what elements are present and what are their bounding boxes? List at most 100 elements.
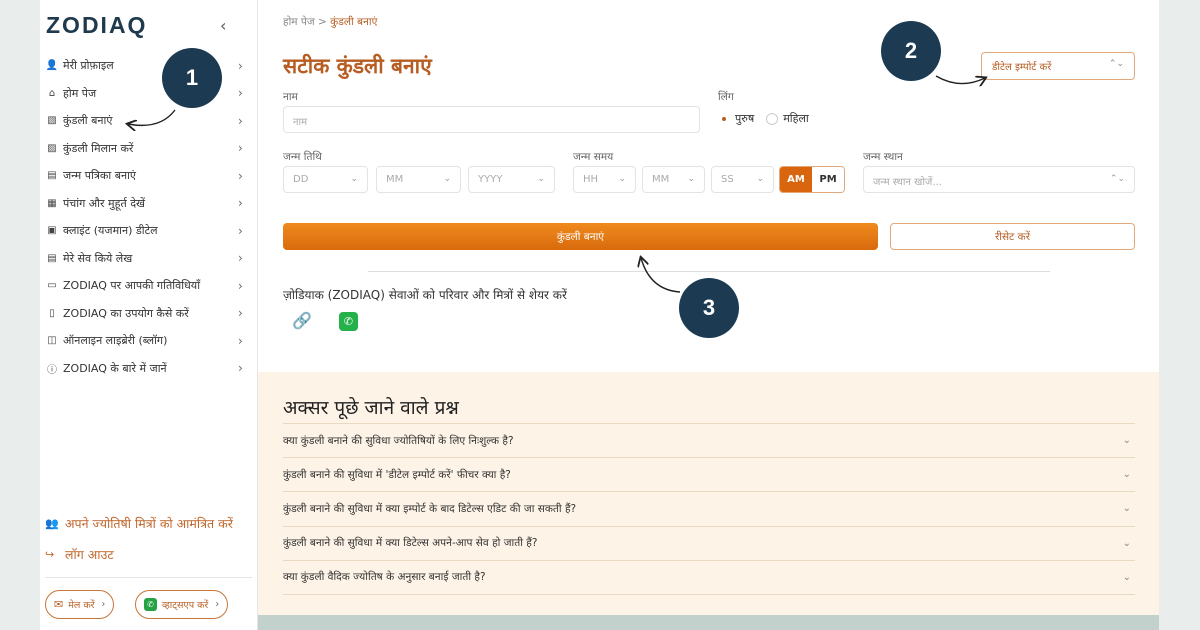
sidebar-item-label: मेरे सेव किये लेख: [63, 251, 133, 265]
tob-second-select[interactable]: SS ⌄: [711, 166, 774, 193]
chevron-down-icon: ⌄: [618, 174, 626, 184]
pob-label: जन्म स्थान: [863, 151, 903, 163]
sidebar-item-label: जन्म पत्रिका बनाएं: [63, 169, 137, 183]
dob-day-placeholder: DD: [293, 174, 309, 185]
dob-day-select[interactable]: DD ⌄: [283, 166, 368, 193]
saved-icon: ▤: [47, 252, 57, 264]
sidebar-item-label: ZODIAQ के बारे में जानें: [63, 361, 167, 375]
sidebar-item-label: कुंडली मिलान करें: [63, 141, 134, 155]
chevron-right-icon: ›: [238, 361, 243, 376]
match-icon: ▨: [47, 142, 57, 154]
sidebar-item-activities[interactable]: ▭ ZODIAQ पर आपकी गतिविधियाँ ›: [40, 272, 258, 300]
select-arrows-icon: ⌃⌄: [1109, 174, 1125, 184]
chevron-down-icon: ⌄: [1122, 469, 1131, 481]
faq-item[interactable]: क्या कुंडली बनाने की सुविधा ज्योतिषियों …: [283, 424, 1135, 459]
sidebar-divider: [45, 577, 252, 578]
create-kundli-button[interactable]: कुंडली बनाएं: [283, 223, 878, 250]
faq-question: क्या कुंडली बनाने की सुविधा ज्योतिषियों …: [283, 434, 514, 447]
faq-item[interactable]: कुंडली बनाने की सुविधा में क्या इम्पोर्ट…: [283, 492, 1135, 527]
sidebar-item-how-to-use[interactable]: ▯ ZODIAQ का उपयोग कैसे करें ›: [40, 300, 258, 328]
sidebar-item-create-kundli[interactable]: ▧ कुंडली बनाएं ›: [40, 107, 258, 135]
faq-section: अक्सर पूछे जाने वाले प्रश्न क्या कुंडली …: [258, 372, 1159, 615]
sidebar-item-birth-chart[interactable]: ▤ जन्म पत्रिका बनाएं ›: [40, 162, 258, 190]
sidebar-item-panchang[interactable]: ▦ पंचांग और मुहूर्त देखें ›: [40, 190, 258, 218]
sidebar-item-label: ऑनलाइन लाइब्रेरी (ब्लॉग): [63, 334, 168, 348]
gender-male-label[interactable]: पुरुष: [735, 111, 754, 126]
gender-female-label[interactable]: महिला: [783, 111, 809, 126]
collapse-sidebar-icon[interactable]: ‹: [220, 16, 226, 35]
name-label: नाम: [283, 91, 298, 103]
logout-icon: ↪: [45, 548, 55, 561]
mail-icon: ✉: [54, 598, 64, 611]
chevron-down-icon: ⌄: [1122, 571, 1131, 583]
chevron-right-icon: ›: [238, 196, 243, 211]
gender-label: लिंग: [718, 91, 734, 103]
whatsapp-label: व्हाट्सएप करें: [162, 600, 209, 611]
chevron-right-icon: ›: [238, 278, 243, 293]
tob-label: जन्म समय: [573, 151, 614, 163]
faq-item[interactable]: कुंडली बनाने की सुविधा में 'डीटेल इम्पोर…: [283, 458, 1135, 493]
chevron-right-icon: ›: [238, 113, 243, 128]
chevron-right-icon: ›: [101, 599, 106, 610]
document-icon: ▤: [47, 170, 57, 182]
book-icon: ▯: [49, 307, 55, 319]
home-icon: ⌂: [48, 87, 56, 99]
faq-item[interactable]: क्या कुंडली वैदिक ज्योतिष के अनुसार बनाई…: [283, 561, 1135, 595]
faq-item[interactable]: कुंडली बनाने की सुविधा में क्या डिटेल्स …: [283, 527, 1135, 561]
dob-month-placeholder: MM: [386, 174, 404, 185]
faq-title: अक्सर पूछे जाने वाले प्रश्न: [283, 397, 459, 419]
sidebar-item-about[interactable]: ⓘ ZODIAQ के बारे में जानें ›: [40, 355, 258, 383]
page-title: सटीक कुंडली बनाएं: [283, 54, 432, 78]
sidebar-item-client-details[interactable]: ▣ क्लाइंट (यजमान) डीटेल ›: [40, 217, 258, 245]
reset-button[interactable]: रीसेट करें: [890, 223, 1135, 250]
logout-link[interactable]: ↪ लॉग आउट: [45, 546, 114, 563]
pm-button[interactable]: PM: [812, 167, 844, 192]
sidebar-item-library[interactable]: ◫ ऑनलाइन लाइब्रेरी (ब्लॉग) ›: [40, 327, 258, 355]
sidebar-item-saved-articles[interactable]: ▤ मेरे सेव किये लेख ›: [40, 245, 258, 273]
users-icon: 👥: [45, 517, 59, 530]
annotation-badge-3: 3: [679, 278, 739, 338]
sidebar-item-kundli-matching[interactable]: ▨ कुंडली मिलान करें ›: [40, 135, 258, 163]
breadcrumb-home[interactable]: होम पेज: [283, 16, 315, 28]
mail-button[interactable]: ✉ मेल करें ›: [45, 590, 115, 619]
sidebar: ZODIAQ ‹ 👤 मेरी प्रोफ़ाइल › ⌂ होम पेज › ▧ कुं…: [40, 0, 258, 630]
name-input[interactable]: नाम: [283, 106, 700, 133]
logo[interactable]: ZODIAQ: [46, 12, 147, 39]
chevron-right-icon: ›: [238, 306, 243, 321]
tob-hour-select[interactable]: HH ⌄: [573, 166, 636, 193]
id-card-icon: ▣: [47, 225, 57, 237]
sidebar-item-label: कुंडली बनाएं: [63, 114, 113, 128]
chevron-down-icon: ⌄: [1122, 503, 1131, 515]
info-icon: ⓘ: [47, 364, 57, 376]
chevron-down-icon: ⌄: [756, 174, 764, 184]
select-arrows-icon: ⌃⌄: [1108, 59, 1124, 69]
pob-search-input[interactable]: जन्म स्थान खोजें... ⌃⌄: [863, 166, 1135, 193]
sidebar-item-home[interactable]: ⌂ होम पेज ›: [40, 80, 258, 108]
dob-year-select[interactable]: YYYY ⌄: [468, 166, 555, 193]
sidebar-item-label: पंचांग और मुहूर्त देखें: [63, 196, 146, 210]
am-pm-toggle: AM PM: [779, 166, 845, 193]
chevron-right-icon: ›: [238, 141, 243, 156]
faq-question: कुंडली बनाने की सुविधा में 'डीटेल इम्पोर…: [283, 468, 511, 481]
gender-female-radio[interactable]: [766, 112, 779, 125]
tob-minute-select[interactable]: MM ⌄: [642, 166, 705, 193]
sidebar-item-profile[interactable]: 👤 मेरी प्रोफ़ाइल ›: [40, 52, 258, 80]
chevron-down-icon: ⌄: [687, 174, 695, 184]
share-heading: ज़ोडियाक (ZODIAQ) सेवाओं को परिवार और मि…: [283, 288, 567, 302]
mail-label: मेल करें: [68, 600, 95, 611]
gender-male-radio[interactable]: [718, 113, 730, 125]
am-button[interactable]: AM: [780, 167, 812, 192]
laptop-icon: ▭: [47, 280, 57, 292]
tob-hour-placeholder: HH: [583, 174, 599, 185]
whatsapp-button[interactable]: ✆ व्हाट्सएप करें ›: [135, 590, 229, 619]
dob-month-select[interactable]: MM ⌄: [376, 166, 461, 193]
faq-list: क्या कुंडली बनाने की सुविधा ज्योतिषियों …: [283, 423, 1135, 595]
annotation-badge-1: 1: [162, 48, 222, 108]
faq-question: कुंडली बनाने की सुविधा में क्या डिटेल्स …: [283, 537, 538, 550]
whatsapp-share-icon[interactable]: ✆: [339, 312, 358, 331]
invite-friends-link[interactable]: 👥 अपने ज्योतिषी मित्रों को आमंत्रित करें: [45, 515, 233, 532]
copy-link-icon[interactable]: 🔗: [292, 311, 312, 330]
import-details-select[interactable]: डीटेल इम्पोर्ट करें ⌃⌄: [981, 52, 1135, 80]
breadcrumb-separator: >: [318, 16, 327, 28]
invite-label: अपने ज्योतिषी मित्रों को आमंत्रित करें: [65, 516, 233, 531]
